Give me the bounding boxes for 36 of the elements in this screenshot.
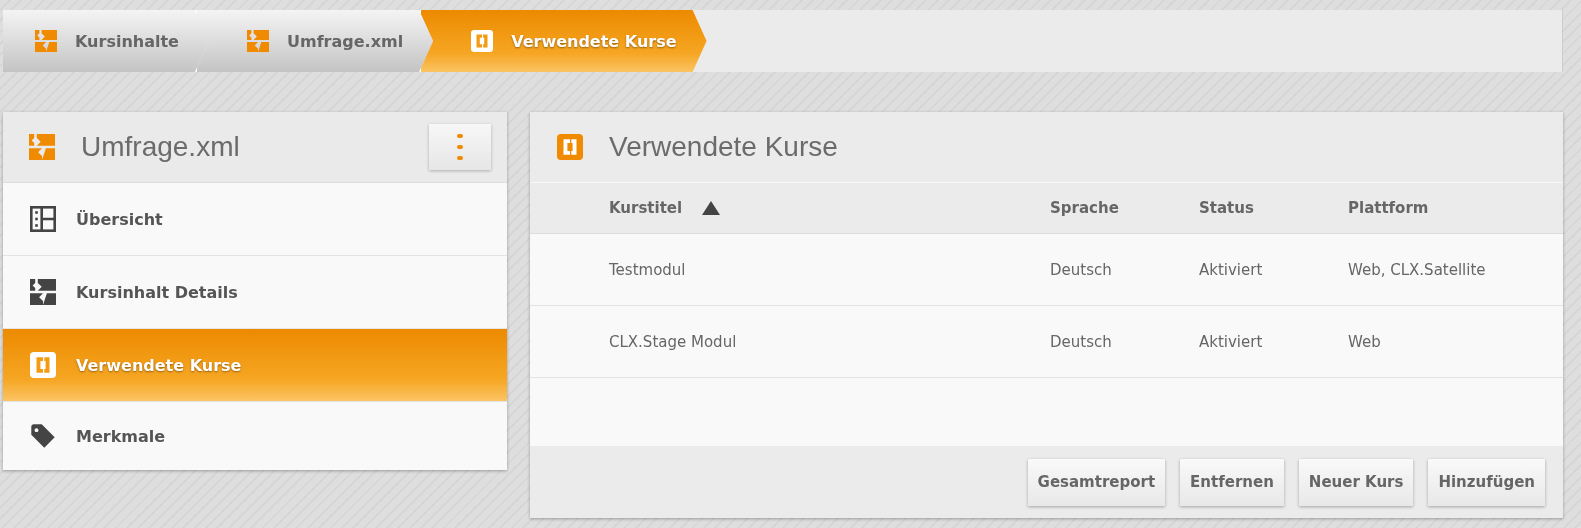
- module-icon: [30, 279, 56, 305]
- table-cell: CLX.Stage Modul: [609, 332, 737, 351]
- module-icon: [29, 134, 55, 160]
- table-cell: Web, CLX.Satellite: [1348, 260, 1486, 279]
- kebab-icon: [457, 134, 463, 160]
- menu-button[interactable]: [429, 124, 491, 170]
- action-button[interactable]: Hinzufügen: [1428, 458, 1545, 506]
- sidebar-item[interactable]: Übersicht: [3, 183, 507, 256]
- module-icon: [35, 30, 57, 52]
- table-cell: Aktiviert: [1199, 260, 1263, 279]
- column-header[interactable]: Kurstitel: [609, 199, 1050, 217]
- action-button[interactable]: Gesamtreport: [1027, 458, 1166, 506]
- panel-title: Verwendete Kurse: [609, 131, 838, 163]
- column-header[interactable]: Status: [1199, 199, 1348, 217]
- table-cell: Aktiviert: [1199, 332, 1263, 351]
- bracket-icon: [30, 352, 56, 378]
- action-button[interactable]: Entfernen: [1180, 458, 1284, 506]
- action-button[interactable]: Neuer Kurs: [1298, 458, 1414, 506]
- table-row[interactable]: Testmodul Deutsch Aktiviert Web, CLX.Satellite: [530, 234, 1563, 306]
- table-cell: Web: [1348, 332, 1381, 351]
- breadcrumb-item[interactable]: Kursinhalte: [3, 10, 209, 72]
- table-row[interactable]: CLX.Stage Modul Deutsch Aktiviert Web: [530, 306, 1563, 378]
- sidebar-title: Umfrage.xml: [81, 131, 241, 163]
- column-header[interactable]: Sprache: [1050, 199, 1199, 217]
- module-icon: [246, 30, 269, 52]
- breadcrumb-item[interactable]: Umfrage.xml: [194, 10, 434, 72]
- table-cell: Deutsch: [1050, 332, 1112, 351]
- tag-icon: [30, 423, 56, 449]
- sort-ascending-icon: [702, 201, 721, 215]
- table-cell: Deutsch: [1050, 260, 1112, 279]
- layout-icon: [30, 206, 56, 232]
- bracket-icon: [471, 30, 494, 52]
- column-header[interactable]: Plattform: [1348, 199, 1563, 217]
- bracket-icon: [557, 134, 583, 160]
- table-cell: Testmodul: [609, 260, 686, 279]
- sidebar-item[interactable]: Merkmale: [3, 402, 507, 470]
